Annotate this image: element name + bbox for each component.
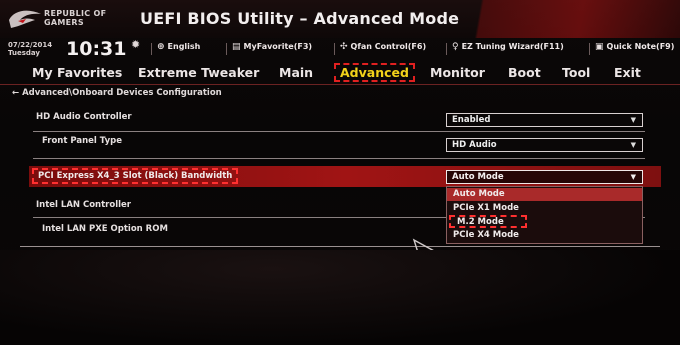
tab-monitor[interactable]: Monitor xyxy=(430,65,485,80)
rog-brand-text: REPUBLIC OF GAMERS xyxy=(44,9,106,27)
row-divider xyxy=(33,158,645,159)
rog-eye-icon xyxy=(9,10,41,28)
status-divider xyxy=(226,43,227,55)
option-auto-mode[interactable]: Auto Mode xyxy=(447,188,642,201)
title-bar: REPUBLIC OF GAMERS UEFI BIOS Utility – A… xyxy=(0,0,680,38)
globe-icon: ⊕ xyxy=(157,42,165,52)
bios-screen: REPUBLIC OF GAMERS UEFI BIOS Utility – A… xyxy=(0,0,680,345)
front-panel-label: Front Panel Type xyxy=(42,136,122,146)
fan-icon: ✣ xyxy=(340,42,348,52)
clock-time: 10:31 xyxy=(66,38,127,60)
tab-boot[interactable]: Boot xyxy=(508,65,541,80)
hd-audio-select[interactable]: Enabled ▼ xyxy=(446,113,643,127)
qfan-label: Qfan Control(F6) xyxy=(350,42,427,51)
status-divider xyxy=(446,43,447,55)
screen-bottom-area xyxy=(0,250,680,345)
breadcrumb[interactable]: ← Advanced\Onboard Devices Configuration xyxy=(12,88,222,98)
status-divider xyxy=(334,43,335,55)
tab-my-favorites[interactable]: My Favorites xyxy=(32,65,122,80)
tab-extreme-tweaker[interactable]: Extreme Tweaker xyxy=(138,65,259,80)
tab-tool[interactable]: Tool xyxy=(562,65,590,80)
intel-lan-label: Intel LAN Controller xyxy=(36,200,131,210)
chevron-down-icon: ▼ xyxy=(630,141,636,149)
main-menu: My Favorites Extreme Tweaker Main Advanc… xyxy=(0,60,680,84)
title-accent xyxy=(430,0,680,38)
front-panel-select[interactable]: HD Audio ▼ xyxy=(446,138,643,152)
chevron-down-icon: ▼ xyxy=(630,173,636,181)
option-pcie-x4-mode[interactable]: PCIe X4 Mode xyxy=(447,229,642,242)
bandwidth-options-list: Auto Mode PCIe X1 Mode M.2 Mode PCIe X4 … xyxy=(446,186,643,244)
date-text: 07/22/2014 xyxy=(8,41,53,49)
status-divider xyxy=(589,43,590,55)
tab-exit[interactable]: Exit xyxy=(614,65,641,80)
back-arrow-icon[interactable]: ← xyxy=(12,88,19,98)
row-divider xyxy=(33,131,645,132)
hd-audio-label: HD Audio Controller xyxy=(36,112,132,122)
content-divider xyxy=(20,246,660,247)
language-label: English xyxy=(167,42,201,51)
front-panel-value: HD Audio xyxy=(452,140,497,150)
date-block: 07/22/2014 Tuesday xyxy=(8,41,52,57)
ez-tuning-button[interactable]: ♀ EZ Tuning Wizard(F11) xyxy=(452,42,564,52)
brand-line2: GAMERS xyxy=(44,18,84,27)
language-button[interactable]: ⊕ English xyxy=(157,42,200,52)
pcie-bandwidth-select[interactable]: Auto Mode ▼ xyxy=(446,170,643,184)
breadcrumb-text: Advanced\Onboard Devices Configuration xyxy=(22,88,222,98)
quick-note-label: Quick Note(F9) xyxy=(606,42,675,51)
qfan-button[interactable]: ✣ Qfan Control(F6) xyxy=(340,42,426,52)
pcie-bandwidth-label: PCI Express X4_3 Slot (Black) Bandwidth xyxy=(32,168,239,184)
intel-pxe-label: Intel LAN PXE Option ROM xyxy=(42,224,168,234)
note-icon: ▣ xyxy=(595,42,604,52)
myfavorite-label: MyFavorite(F3) xyxy=(243,42,313,51)
brand-line1: REPUBLIC OF xyxy=(44,9,107,18)
menu-divider xyxy=(0,84,680,85)
myfavorite-button[interactable]: ▤ MyFavorite(F3) xyxy=(232,42,312,52)
bulb-icon: ♀ xyxy=(452,42,459,52)
ez-tuning-label: EZ Tuning Wizard(F11) xyxy=(461,42,564,51)
option-m2-mode[interactable]: M.2 Mode xyxy=(449,215,527,228)
hd-audio-value: Enabled xyxy=(452,115,491,125)
option-pcie-x1-mode[interactable]: PCIe X1 Mode xyxy=(447,202,642,215)
pcie-bandwidth-value: Auto Mode xyxy=(452,172,504,182)
favorite-icon: ▤ xyxy=(232,42,241,52)
gear-icon[interactable]: ✹ xyxy=(131,38,140,51)
tab-advanced[interactable]: Advanced xyxy=(334,63,415,82)
day-text: Tuesday xyxy=(8,49,40,57)
chevron-down-icon: ▼ xyxy=(630,116,636,124)
rog-logo: REPUBLIC OF GAMERS xyxy=(8,4,128,34)
window-title: UEFI BIOS Utility – Advanced Mode xyxy=(140,9,460,28)
status-bar: 07/22/2014 Tuesday 10:31 ✹ ⊕ English ▤ MyF… xyxy=(0,38,680,60)
tab-main[interactable]: Main xyxy=(279,65,313,80)
quick-note-button[interactable]: ▣ Quick Note(F9) xyxy=(595,42,674,52)
status-divider xyxy=(151,43,152,55)
